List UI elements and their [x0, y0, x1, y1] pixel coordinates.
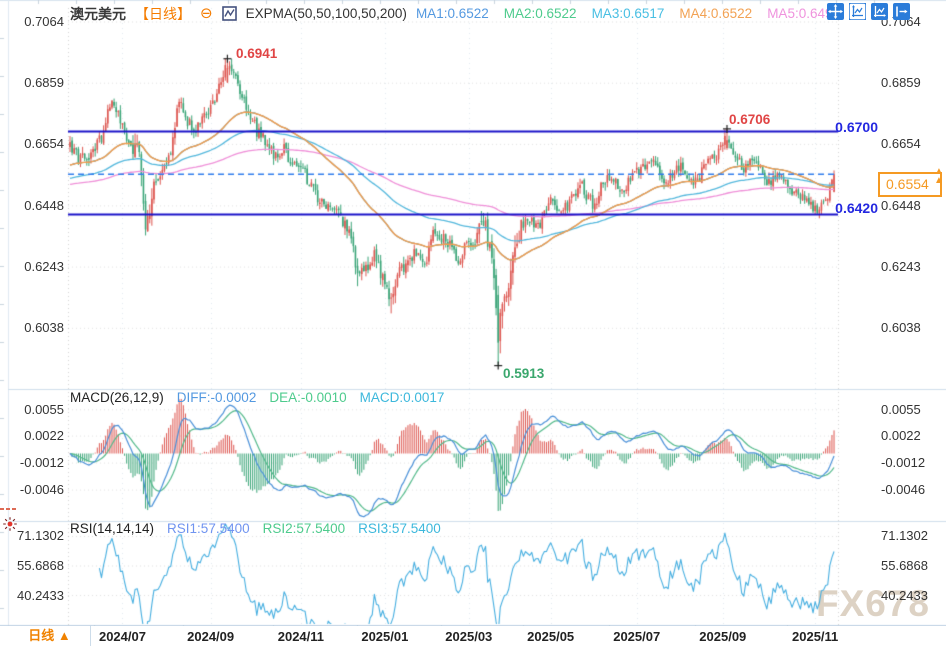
rsi-y-axis-label-left: 55.6868	[4, 559, 64, 573]
rsi-value-label: RSI1:57.5400	[167, 521, 250, 536]
fit-vertical-axis-icon[interactable]	[849, 3, 866, 20]
last-price-box: 0.6554	[878, 172, 942, 197]
rsi-y-axis-label-right: 55.6868	[881, 559, 928, 573]
main-y-axis-label-left: 0.6448	[10, 199, 64, 213]
pan-right-icon[interactable]	[893, 3, 910, 20]
main-y-axis-label-right: 0.6243	[881, 260, 921, 274]
annotation-low-0.5913: 0.5913	[503, 366, 544, 381]
main-y-axis-label-left: 0.7064	[10, 15, 64, 29]
x-axis-date-label: 2025/05	[516, 629, 586, 644]
period-tag: 【日线】	[135, 4, 191, 24]
macd-panel-marks	[0, 508, 16, 510]
macd-values: DIFF:-0.0002 DEA:-0.0010 MACD:0.0017	[177, 390, 445, 405]
fit-horizontal-axis-icon[interactable]	[871, 3, 888, 20]
support-level-label: 0.6420	[832, 200, 878, 216]
period-tab-daily[interactable]: 日线 ▲	[9, 626, 91, 646]
rsi-y-axis-label-left: 40.2433	[4, 589, 64, 603]
main-y-axis-label-right: 0.6038	[881, 321, 921, 335]
x-axis-date-label: 2025/07	[602, 629, 672, 644]
macd-y-axis-label-right: 0.0055	[881, 403, 921, 417]
rsi-title: RSI(14,14,14)	[70, 521, 154, 536]
bottom-bar: 日线 ▲ 2024/07 2024/09 2024/11 2025/01 2025/03…	[0, 626, 946, 646]
x-axis-date-label: 2024/11	[266, 629, 336, 644]
macd-value-label: MACD:0.0017	[360, 390, 445, 405]
macd-value-label: DIFF:-0.0002	[177, 390, 257, 405]
macd-title: MACD(26,12,9)	[70, 390, 164, 405]
macd-y-axis-label-left: 0.0055	[4, 403, 64, 417]
rsi-y-axis-label-right: 40.2433	[881, 589, 928, 603]
annotation-high-0.6706: 0.6706	[729, 112, 770, 127]
macd-y-axis-label-left: -0.0046	[4, 483, 64, 497]
rsi-values: RSI1:57.5400 RSI2:57.5400 RSI3:57.5400	[167, 521, 441, 536]
main-y-axis-label-left: 0.6038	[10, 321, 64, 335]
annotation-high-0.6941: 0.6941	[236, 46, 277, 61]
macd-y-axis-label-right: -0.0012	[881, 456, 925, 470]
x-axis-date-label: 2025/09	[688, 629, 758, 644]
collapse-icon[interactable]: ⊖	[200, 7, 213, 21]
main-chart-header: 澳元美元 【日线】 ⊖ EXPMA(50,50,100,50,200) MA1:…	[70, 4, 840, 23]
rsi-y-axis-label-right: 71.1302	[881, 529, 928, 543]
ma-values: MA1:0.6522 MA2:0.6522 MA3:0.6517 MA4:0.6522…	[416, 6, 840, 21]
chart-toolbar	[827, 3, 910, 20]
rsi-value-label: RSI2:57.5400	[263, 521, 346, 536]
indicator-title: EXPMA(50,50,100,50,200)	[246, 6, 407, 21]
main-y-axis-label-left: 0.6243	[10, 260, 64, 274]
rsi-value-label: RSI3:57.5400	[358, 521, 441, 536]
price-up-arrow-icon: ▲▲	[934, 167, 944, 185]
main-y-axis-label-left: 0.6859	[10, 76, 64, 90]
main-y-axis-label-left: 0.6654	[10, 137, 64, 151]
rsi-panel-header: RSI(14,14,14) RSI1:57.5400RSI2:57.5400RS…	[70, 521, 441, 536]
main-y-axis-label-right: 0.6448	[881, 199, 921, 213]
resistance-level-label: 0.6700	[832, 119, 878, 135]
ma-value-label: MA2:0.6522	[504, 6, 577, 21]
x-axis-date-label: 2025/11	[780, 629, 850, 644]
x-axis-date-label: 2024/07	[87, 629, 157, 644]
hot-indicator-icon	[2, 516, 18, 532]
ma-value-label: MA4:0.6522	[679, 6, 752, 21]
macd-y-axis-label-right: -0.0046	[881, 483, 925, 497]
main-y-axis-label-right: 0.6859	[881, 76, 921, 90]
price-chart-canvas[interactable]	[0, 0, 946, 646]
main-y-axis-label-right: 0.6654	[881, 137, 921, 151]
x-axis-date-label: 2024/09	[176, 629, 246, 644]
ma-value-label: MA3:0.6517	[592, 6, 665, 21]
symbol-name: 澳元美元	[70, 4, 126, 24]
ma-value-label: MA1:0.6522	[416, 6, 489, 21]
macd-panel-header: MACD(26,12,9) DIFF:-0.0002 DEA:-0.0010 MAC…	[70, 390, 444, 405]
macd-y-axis-label-right: 0.0022	[881, 429, 921, 443]
x-axis-date-label: 2025/03	[434, 629, 504, 644]
line-chart-icon	[222, 6, 237, 21]
macd-y-axis-label-left: 0.0022	[4, 429, 64, 443]
chart-app: FX678 澳元美元 【日线】 ⊖ EXPMA(50,50,100,50,200…	[0, 0, 946, 646]
macd-y-axis-label-left: -0.0012	[4, 456, 64, 470]
move-icon[interactable]	[827, 3, 844, 20]
macd-value-label: DEA:-0.0010	[269, 390, 346, 405]
x-axis-date-label: 2025/01	[350, 629, 420, 644]
